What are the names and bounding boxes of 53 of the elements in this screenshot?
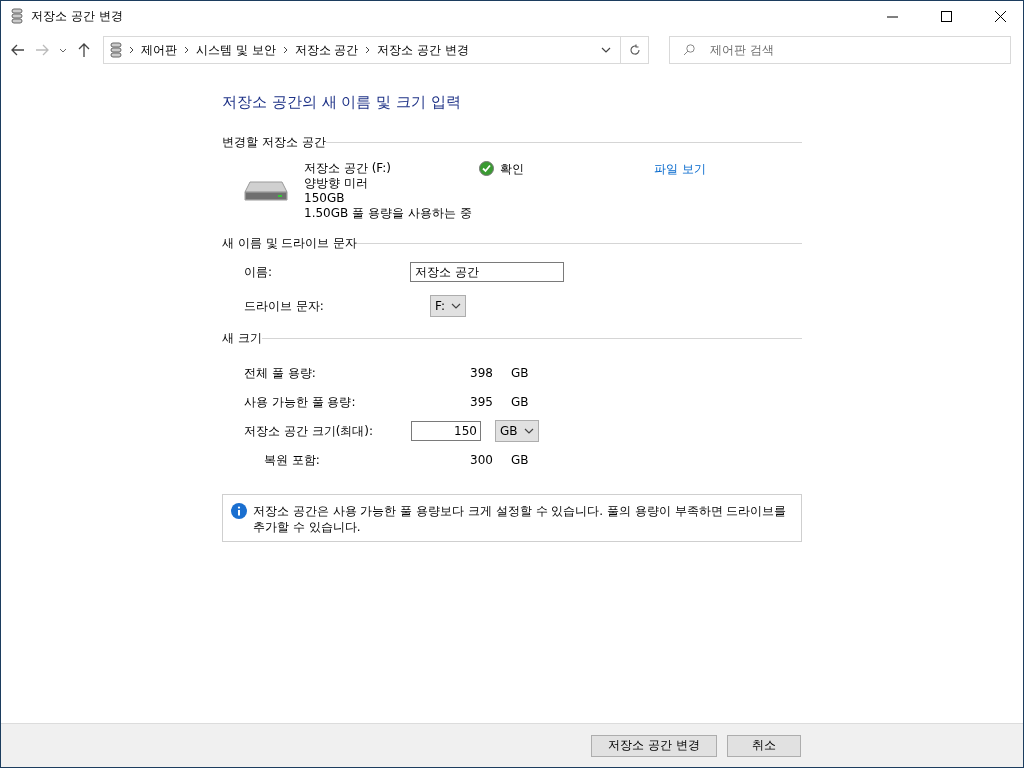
unit-dropdown[interactable]: GB bbox=[495, 420, 539, 442]
size-input[interactable]: 150 bbox=[411, 421, 481, 441]
close-icon bbox=[994, 10, 1006, 22]
chevron-down-icon bbox=[523, 428, 534, 434]
section-title: 새 이름 및 드라이브 문자 bbox=[222, 235, 358, 252]
breadcrumb[interactable]: 저장소 공간 변경 bbox=[377, 41, 470, 59]
pool-usage: 1.50GB 풀 용량을 사용하는 중 bbox=[304, 206, 473, 221]
chevron-down-icon bbox=[451, 303, 461, 309]
unit-label: GB bbox=[511, 453, 529, 467]
chevron-right-icon bbox=[282, 46, 288, 54]
view-files-link[interactable]: 파일 보기 bbox=[654, 161, 802, 221]
cancel-button[interactable]: 취소 bbox=[727, 734, 801, 757]
info-text: 저장소 공간은 사용 가능한 풀 용량보다 크게 설정할 수 있습니다. 풀의 용량이 부족하면 드라이브를 추가할 수 있습니다. bbox=[253, 503, 788, 535]
name-input[interactable]: 저장소 공간 bbox=[410, 262, 564, 282]
address-bar[interactable]: 제어판 시스템 및 보안 저장소 공간 저장소 공간 변경 bbox=[103, 36, 649, 64]
capacity-value: 300 bbox=[469, 453, 493, 467]
info-icon bbox=[231, 503, 247, 519]
chevron-right-icon bbox=[129, 46, 134, 54]
resiliency-type: 양방향 미러 bbox=[304, 176, 369, 191]
drive-icon bbox=[244, 180, 288, 202]
drive-letter-dropdown[interactable]: F: bbox=[430, 295, 466, 317]
chevron-right-icon bbox=[184, 46, 189, 54]
check-icon bbox=[479, 161, 494, 176]
capacity-value: 398 bbox=[469, 366, 493, 380]
breadcrumb[interactable]: 저장소 공간 bbox=[294, 41, 359, 59]
breadcrumb[interactable]: 제어판 bbox=[141, 41, 177, 59]
storage-icon bbox=[110, 42, 122, 58]
search-icon bbox=[683, 44, 695, 56]
field-label: 사용 가능한 풀 용량: bbox=[244, 393, 357, 411]
maximize-icon bbox=[940, 10, 952, 22]
field-label: 이름: bbox=[244, 263, 274, 281]
chevron-right-icon bbox=[365, 46, 371, 54]
field-label: 저장소 공간 크기(최대): bbox=[244, 422, 375, 440]
unit-label: GB bbox=[511, 366, 529, 380]
chevron-down-icon bbox=[59, 47, 67, 53]
field-label: 드라이브 문자: bbox=[244, 297, 325, 315]
field-label: 전체 풀 용량: bbox=[244, 364, 317, 382]
chevron-down-icon bbox=[601, 47, 611, 53]
page-heading: 저장소 공간의 새 이름 및 크기 입력 bbox=[222, 93, 462, 112]
change-space-button[interactable]: 저장소 공간 변경 bbox=[591, 734, 717, 757]
field-label: 복원 포함: bbox=[263, 451, 321, 469]
unit-label: GB bbox=[511, 395, 529, 409]
space-size: 150GB bbox=[304, 191, 346, 206]
capacity-value: 395 bbox=[469, 395, 493, 409]
refresh-icon bbox=[628, 44, 641, 56]
status-text: 확인 bbox=[500, 161, 524, 178]
space-name: 저장소 공간 (F:) bbox=[304, 161, 392, 176]
storage-icon bbox=[11, 8, 23, 24]
section-title: 변경할 저장소 공간 bbox=[222, 134, 326, 151]
window-title: 저장소 공간 변경 bbox=[31, 7, 124, 25]
section-title: 새 크기 bbox=[222, 330, 262, 347]
breadcrumb[interactable]: 시스템 및 보안 bbox=[196, 41, 276, 59]
search-field[interactable]: 제어판 검색 bbox=[669, 36, 1011, 64]
